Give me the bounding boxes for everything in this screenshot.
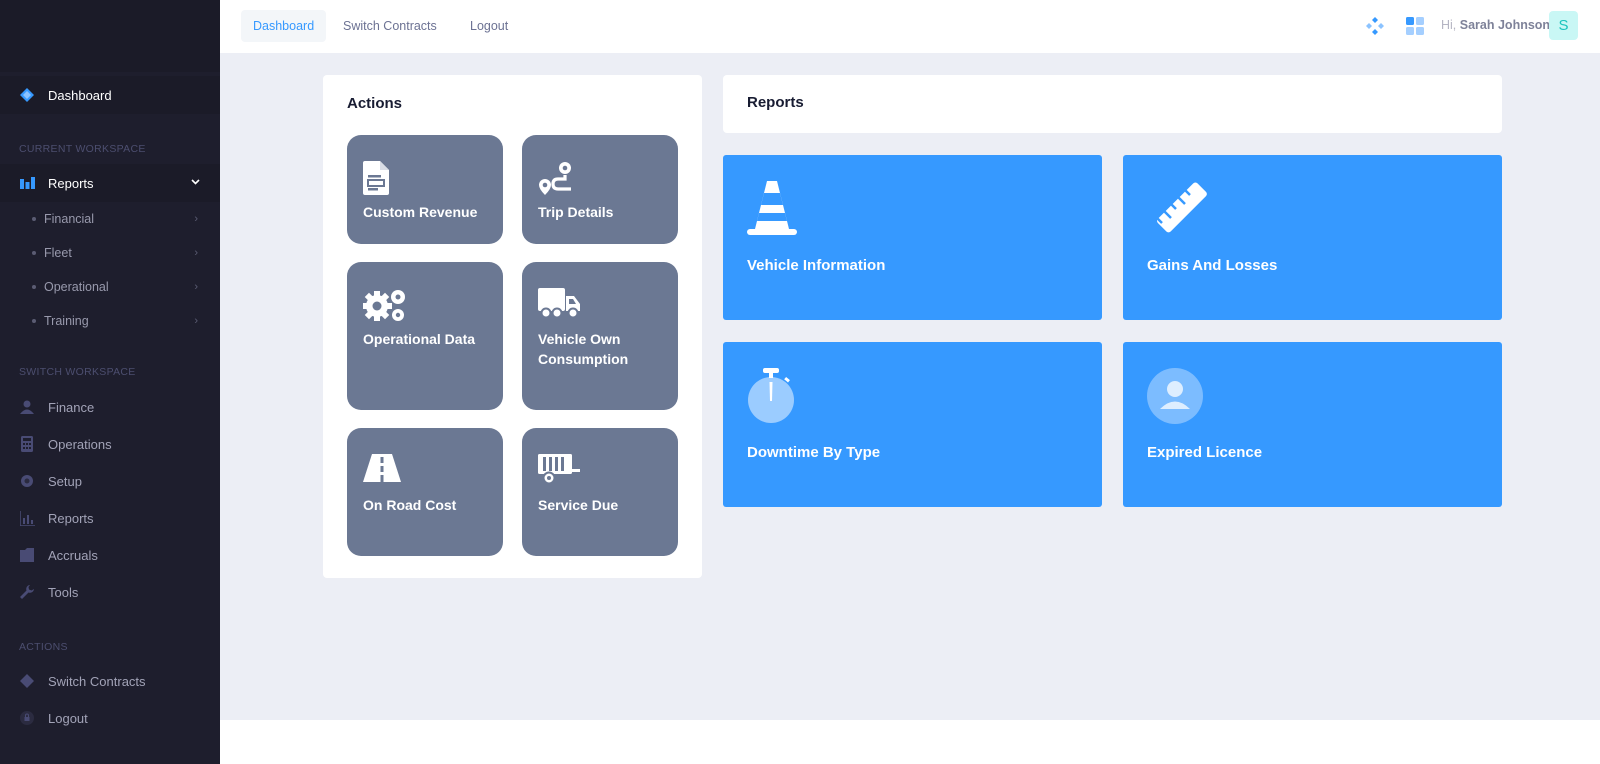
action-tile-label: On Road Cost (363, 497, 457, 513)
sidebar-item-label: Finance (48, 399, 95, 415)
document-icon (363, 161, 389, 200)
user-icon (1147, 368, 1203, 429)
sidebar-subitem-operational[interactable]: Operational › (0, 270, 220, 304)
bullet-icon (32, 319, 36, 323)
action-tile-service-due[interactable]: Service Due (522, 428, 678, 556)
sidebar-item-label: Operations (48, 436, 112, 452)
action-tile-trip-details[interactable]: Trip Details (522, 135, 678, 244)
settings-icon (19, 473, 35, 489)
top-header: Dashboard Switch Contracts Logout Hi, Sa… (220, 0, 1600, 53)
sidebar-item-label: Tools (48, 584, 79, 600)
action-tile-label: Vehicle Own Consumption (538, 331, 629, 367)
action-tile-label: Operational Data (363, 331, 476, 347)
sidebar-item-accruals[interactable]: Accruals (0, 536, 220, 574)
report-tile-expired-licence[interactable]: Expired Licence (1123, 342, 1502, 507)
header-nav-switch-contracts[interactable]: Switch Contracts (331, 10, 449, 42)
sidebar-item-label: Logout (48, 710, 88, 726)
action-tile-label: Custom Revenue (363, 204, 478, 220)
sidebar-subitem-financial[interactable]: Financial › (0, 202, 220, 236)
action-tile-operational-data[interactable]: Operational Data (347, 262, 503, 410)
gears-icon (362, 288, 407, 327)
sidebar-item-label: Dashboard (48, 87, 112, 103)
diamond-cluster-icon[interactable] (1363, 14, 1387, 38)
sidebar-item-label: Accruals (48, 547, 98, 563)
header-nav-dashboard[interactable]: Dashboard (241, 10, 327, 42)
chevron-right-icon: › (194, 213, 198, 225)
sidebar-item-label: Reports (48, 510, 94, 526)
reports-card-title: Reports (747, 94, 804, 111)
sidebar-item-setup[interactable]: Setup (0, 462, 220, 500)
bullet-icon (32, 251, 36, 255)
sidebar-item-label: Switch Contracts (48, 673, 146, 689)
user-greeting[interactable]: Hi, Sarah Johnson (1441, 18, 1550, 32)
sidebar-subitem-label: Training (44, 314, 89, 328)
calculator-icon (19, 436, 35, 452)
sidebar-subitem-label: Financial (44, 212, 95, 226)
sidebar-subitem-training[interactable]: Training › (0, 304, 220, 338)
sidebar-item-label: Setup (48, 473, 82, 489)
sidebar-subitem-label: Operational (44, 280, 109, 294)
bullet-icon (32, 217, 36, 221)
user-name: Sarah Johnson (1459, 18, 1551, 32)
avatar[interactable]: S (1549, 11, 1578, 40)
sidebar-subitem-label: Fleet (44, 246, 72, 260)
chevron-down-icon (191, 176, 200, 188)
reports-card: Reports (723, 75, 1502, 133)
sidebar-item-reports[interactable]: Reports (0, 164, 220, 202)
report-tile-downtime-by-type[interactable]: Downtime By Type (723, 342, 1102, 507)
action-tile-label: Trip Details (538, 204, 614, 220)
actions-card-title: Actions (347, 95, 403, 112)
report-tile-vehicle-information[interactable]: Vehicle Information (723, 155, 1102, 320)
sidebar: Dashboard Current Workspace Reports Fina… (0, 0, 220, 764)
road-icon (363, 454, 401, 487)
chart-icon (19, 175, 35, 191)
trailer-icon (538, 454, 580, 489)
sidebar-section-current-workspace: Current Workspace (19, 143, 146, 155)
truck-icon (538, 288, 580, 323)
bar-chart-icon (19, 510, 35, 526)
lock-icon (19, 710, 35, 726)
traffic-cone-icon (747, 181, 797, 240)
action-tile-on-road-cost[interactable]: On Road Cost (347, 428, 503, 556)
wrench-icon (19, 584, 35, 600)
diamond-icon (19, 673, 35, 689)
report-tile-label: Vehicle Information (747, 257, 886, 274)
sidebar-item-operations[interactable]: Operations (0, 425, 220, 463)
report-tile-label: Expired Licence (1147, 444, 1263, 461)
report-tile-label: Downtime By Type (747, 444, 881, 461)
sidebar-logo-area (0, 0, 220, 72)
header-nav-logout[interactable]: Logout (458, 10, 520, 42)
actions-card: Actions Custom Revenue Trip Details Oper… (323, 75, 702, 578)
sidebar-item-logout[interactable]: Logout (0, 699, 220, 737)
sidebar-item-tools[interactable]: Tools (0, 573, 220, 611)
stopwatch-icon (747, 368, 797, 429)
sidebar-section-actions: Actions (19, 641, 68, 653)
action-tile-label: Service Due (538, 497, 619, 513)
sidebar-subitem-fleet[interactable]: Fleet › (0, 236, 220, 270)
action-tile-vehicle-own-consumption[interactable]: Vehicle Own Consumption (522, 262, 678, 410)
folder-icon (19, 547, 35, 563)
footer (220, 720, 1600, 764)
apps-grid-icon[interactable] (1403, 14, 1427, 38)
chevron-right-icon: › (194, 281, 198, 293)
route-icon (538, 161, 572, 200)
chevron-right-icon: › (194, 247, 198, 259)
sidebar-item-label: Reports (48, 175, 94, 191)
greeting-text: Hi, (1441, 18, 1457, 32)
chevron-right-icon: › (194, 315, 198, 327)
bullet-icon (32, 285, 36, 289)
sidebar-item-dashboard[interactable]: Dashboard (0, 76, 220, 114)
report-tile-label: Gains And Losses (1147, 257, 1278, 274)
sidebar-item-switch-contracts[interactable]: Switch Contracts (0, 662, 220, 700)
action-tile-custom-revenue[interactable]: Custom Revenue (347, 135, 503, 244)
sidebar-section-switch-workspace: Switch Workspace (19, 366, 136, 378)
diamond-icon (19, 87, 35, 103)
user-icon (19, 399, 35, 415)
ruler-icon (1147, 181, 1207, 246)
report-tile-gains-and-losses[interactable]: Gains And Losses (1123, 155, 1502, 320)
sidebar-item-reports-workspace[interactable]: Reports (0, 499, 220, 537)
sidebar-item-finance[interactable]: Finance (0, 388, 220, 426)
